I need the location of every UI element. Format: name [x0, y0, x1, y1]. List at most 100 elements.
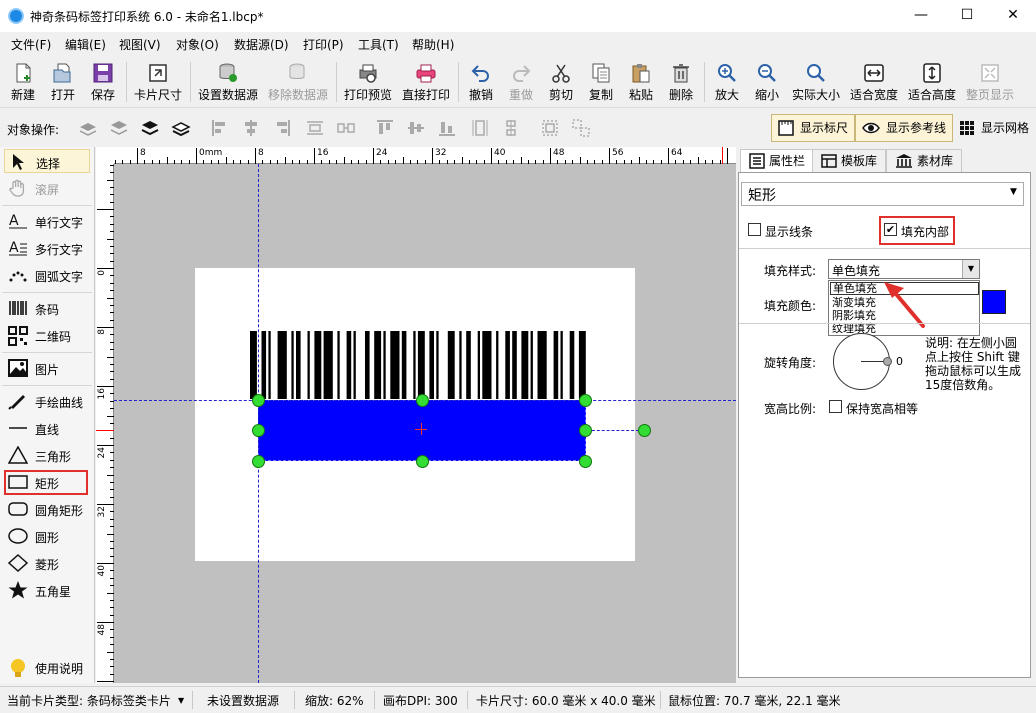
fill-color-swatch[interactable]: [982, 290, 1006, 314]
print-preview-button[interactable]: 打印预览: [342, 60, 394, 106]
tool-scroll[interactable]: 滚屏: [4, 176, 90, 200]
object-type-select[interactable]: [741, 182, 1024, 206]
tool-qrcode[interactable]: 二维码: [4, 323, 90, 347]
tool-star[interactable]: 五角星: [4, 578, 90, 602]
group-icon[interactable]: [540, 118, 560, 138]
zoom-out-button[interactable]: 缩小: [750, 60, 784, 106]
new-button[interactable]: 新建: [6, 60, 40, 106]
ruler-tick: [491, 148, 492, 164]
copy-button[interactable]: 复制: [584, 60, 618, 106]
chevron-down-icon[interactable]: ▼: [178, 696, 184, 705]
same-height-icon[interactable]: [501, 118, 521, 138]
resize-handle-top-right[interactable]: [579, 394, 592, 407]
rectangle-object[interactable]: [258, 400, 586, 461]
status-card-type[interactable]: 当前卡片类型: 条码标签类卡片: [7, 692, 171, 709]
paste-button[interactable]: 粘贴: [624, 60, 658, 106]
resize-handle-top-left[interactable]: [252, 394, 265, 407]
align-top-icon[interactable]: [375, 118, 395, 138]
barcode-object[interactable]: [250, 331, 587, 399]
tab-materials[interactable]: 素材库: [886, 149, 963, 173]
ruler-tick: [107, 179, 114, 181]
tool-multi-line-text[interactable]: A 多行文字: [4, 236, 90, 260]
tool-single-line-text[interactable]: A 单行文字: [4, 209, 90, 233]
resize-handle-left[interactable]: [252, 424, 265, 437]
tool-circle[interactable]: 圆形: [4, 524, 90, 548]
align-bottom-icon[interactable]: [437, 118, 457, 138]
menu-tools[interactable]: 工具(T): [358, 36, 399, 53]
tool-help[interactable]: 使用说明: [4, 655, 90, 679]
align-left-icon[interactable]: [210, 118, 230, 138]
resize-handle-bottom-right[interactable]: [579, 455, 592, 468]
card-size-button[interactable]: 卡片尺寸: [132, 60, 184, 106]
fit-width-button[interactable]: 适合宽度: [848, 60, 900, 106]
resize-handle-bottom[interactable]: [416, 455, 429, 468]
bring-forward-icon[interactable]: [78, 118, 98, 138]
menu-file[interactable]: 文件(F): [11, 36, 51, 53]
tool-freehand[interactable]: 手绘曲线: [4, 389, 90, 413]
ruler-tick: [616, 160, 618, 164]
menu-view[interactable]: 视图(V): [119, 36, 161, 53]
fit-height-button[interactable]: 适合高度: [906, 60, 958, 106]
ruler-tick: [572, 160, 574, 164]
bring-to-front-icon[interactable]: [140, 118, 160, 138]
actual-size-button[interactable]: 实际大小: [790, 60, 842, 106]
redo-button[interactable]: 重做: [504, 60, 538, 106]
align-middle-icon[interactable]: [406, 118, 426, 138]
direct-print-button[interactable]: 直接打印: [400, 60, 452, 106]
send-to-back-icon[interactable]: [171, 118, 191, 138]
tool-rounded-rectangle[interactable]: 圆角矩形: [4, 497, 90, 521]
tool-arc-text[interactable]: 圆弧文字: [4, 263, 90, 287]
send-backward-icon[interactable]: [109, 118, 129, 138]
open-button[interactable]: 打开: [46, 60, 80, 106]
tool-barcode[interactable]: 条码: [4, 296, 90, 320]
show-grid-button[interactable]: 显示网格: [952, 114, 1036, 142]
vertical-ruler[interactable]: 0 8 16 24 32 40 48: [96, 164, 114, 683]
keep-ratio-checkbox[interactable]: [829, 400, 842, 413]
delete-button[interactable]: 删除: [664, 60, 698, 106]
ruler-label: 32: [435, 148, 447, 158]
ungroup-icon[interactable]: [571, 118, 591, 138]
cut-button[interactable]: 剪切: [544, 60, 578, 106]
tool-diamond[interactable]: 菱形: [4, 551, 90, 575]
close-button[interactable]: ✕: [990, 0, 1036, 32]
undo-button[interactable]: 撤销: [464, 60, 498, 106]
show-ruler-button[interactable]: 显示标尺: [771, 114, 856, 142]
barcode-bar: [337, 331, 340, 399]
menu-object[interactable]: 对象(O): [176, 36, 219, 53]
maximize-button[interactable]: ☐: [944, 0, 990, 32]
rotation-dial-knob[interactable]: [883, 357, 892, 366]
grid-icon: [960, 121, 974, 135]
save-button[interactable]: 保存: [86, 60, 120, 106]
main-toolbar: 新建 打开 保存 卡片尺寸 设置数据源 移除数据源 打印预览 直接打印 撤销 重…: [0, 56, 1036, 108]
distribute-vertical-icon[interactable]: [336, 118, 356, 138]
show-guides-button[interactable]: 显示参考线: [855, 114, 954, 142]
minimize-button[interactable]: —: [898, 0, 944, 32]
set-datasource-button[interactable]: 设置数据源: [196, 60, 260, 106]
tool-line[interactable]: 直线: [4, 416, 90, 440]
tab-templates[interactable]: 模板库: [812, 149, 887, 173]
menu-datasource[interactable]: 数据源(D): [234, 36, 289, 53]
rotation-handle[interactable]: [638, 424, 651, 437]
menu-edit[interactable]: 编辑(E): [65, 36, 106, 53]
tool-triangle[interactable]: 三角形: [4, 443, 90, 467]
tab-properties[interactable]: 属性栏: [740, 149, 815, 173]
remove-datasource-button[interactable]: 移除数据源: [266, 60, 330, 106]
fill-style-dropdown-button[interactable]: ▼: [962, 260, 979, 278]
zoom-in-button[interactable]: 放大: [710, 60, 744, 106]
horizontal-ruler[interactable]: 8 0mm 8 16 24 32 40 48 56 64: [114, 147, 736, 164]
tool-image[interactable]: 图片: [4, 356, 90, 380]
align-center-icon[interactable]: [241, 118, 261, 138]
resize-handle-bottom-left[interactable]: [252, 455, 265, 468]
distribute-horizontal-icon[interactable]: [305, 118, 325, 138]
menu-help[interactable]: 帮助(H): [412, 36, 454, 53]
tool-select[interactable]: 选择: [4, 149, 90, 173]
resize-handle-top[interactable]: [416, 394, 429, 407]
menu-print[interactable]: 打印(P): [303, 36, 344, 53]
resize-handle-right[interactable]: [579, 424, 592, 437]
show-border-checkbox[interactable]: [748, 223, 761, 236]
fit-page-button[interactable]: 整页显示: [964, 60, 1016, 106]
ruler-tick: [557, 160, 559, 164]
same-width-icon[interactable]: [470, 118, 490, 138]
ruler-tick: [144, 160, 146, 164]
align-right-icon[interactable]: [272, 118, 292, 138]
